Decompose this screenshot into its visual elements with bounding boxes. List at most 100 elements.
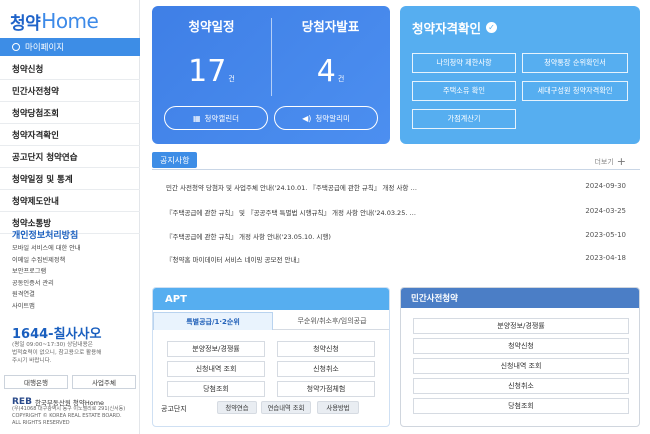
usage-guide-button[interactable]: 사용방법: [317, 401, 359, 414]
apt-points-trial-button[interactable]: 청약가점체험: [277, 381, 375, 397]
household-qualify-button[interactable]: 세대구성원 청약자격확인: [522, 81, 628, 101]
schedule-column[interactable]: 청약일정 17 건: [152, 6, 271, 106]
private-winner-button[interactable]: 당첨조회: [413, 398, 629, 414]
hours-line: 주시기 바랍니다.: [12, 358, 52, 364]
qualify-title-text: 청약자격확인: [412, 21, 482, 36]
mypage-button[interactable]: 마이페이지: [0, 38, 140, 56]
apt-title: APT: [153, 288, 389, 310]
private-sale-info-button[interactable]: 분양정보/경쟁률: [413, 318, 629, 334]
winner-count: 4건: [271, 54, 390, 89]
private-pre-panel: 민간사전청약 분양정보/경쟁률 청약신청 신청내역 조회 신청취소 당첨조회: [400, 287, 640, 427]
calendar-label: 청약캘린더: [204, 113, 240, 123]
address-line: (우)41068 대구광역시 동구 이노밸리로 291(신서동): [12, 406, 126, 412]
qualify-card: 청약자격확인 ✓ 나의청약 제한사항 청약통장 순위확인서 주택소유 확인 세대…: [400, 6, 640, 144]
notice-title: 『주택공급에 관한 규칙』 개정 사항 안내('23.05.10. 시행): [166, 233, 331, 241]
menu-item-practice[interactable]: 공고단지 청약연습: [0, 146, 140, 168]
tab-no-rank[interactable]: 무순위/취소후/임의공급: [273, 312, 389, 330]
more-label: 더보기: [594, 157, 614, 166]
private-pre-title: 민간사전청약: [401, 288, 639, 308]
apt-history-button[interactable]: 신청내역 조회: [167, 361, 265, 377]
private-apply-button[interactable]: 청약신청: [413, 338, 629, 354]
calendar-icon: ▦: [192, 113, 201, 123]
notice-item[interactable]: 『주택공급에 관한 규칙』 개정 사항 안내('23.05.10. 시행) 20…: [166, 231, 626, 241]
sidebar: 청약 Home 마이페이지 청약신청 민간사전청약 청약당첨조회 청약자격확인 공…: [0, 0, 140, 434]
logo-text-en: Home: [41, 9, 99, 33]
apt-sale-info-button[interactable]: 분양정보/경쟁률: [167, 341, 265, 357]
check-icon: ✓: [486, 22, 498, 33]
notice-item[interactable]: 『청약홈 마이데이터 서비스 네이밍 공모전 안내』 2023-04-18: [166, 254, 626, 264]
notice-date: 2023-05-10: [585, 231, 626, 239]
notice-date: 2024-09-30: [585, 182, 626, 190]
notice-item[interactable]: 『주택공급에 관한 규칙』 및 『공공주택 특별법 시행규칙』 개정 사항 안내…: [166, 207, 626, 217]
link-certificate[interactable]: 공동인증서 관리: [12, 278, 81, 290]
schedule-card: 청약일정 17 건 당첨자발표 4건 ▦ 청약캘린더 ◀) 청약알리미: [152, 6, 390, 144]
notice-title: 『주택공급에 관한 규칙』 및 『공공주택 특별법 시행규칙』 개정 사항 안내…: [166, 209, 416, 217]
notice-item[interactable]: 민간 사전청약 당첨자 및 사업주체 안내('24.10.01. 『주택공급에 …: [166, 182, 626, 192]
menu-item-private-pre[interactable]: 민간사전청약: [0, 80, 140, 102]
practice-button[interactable]: 청약연습: [217, 401, 257, 414]
apt-apply-button[interactable]: 청약신청: [277, 341, 375, 357]
link-remote[interactable]: 원격연결: [12, 289, 81, 301]
practice-history-button[interactable]: 연습내역 조회: [261, 401, 311, 414]
main-menu: 청약신청 민간사전청약 청약당첨조회 청약자격확인 공고단지 청약연습 청약일정…: [0, 58, 140, 234]
logo-text-ko: 청약: [10, 13, 41, 34]
notice-date: 2023-04-18: [585, 254, 626, 262]
hours-line: (평일 09:00~17:30) 상담내용은: [12, 342, 93, 348]
private-cancel-button[interactable]: 신청취소: [413, 378, 629, 394]
schedule-count-value: 17: [188, 54, 227, 89]
speaker-icon: ◀): [302, 113, 312, 123]
notice-divider: [152, 169, 640, 170]
privacy-policy-link[interactable]: 개인정보처리방침: [12, 228, 78, 241]
link-email-policy[interactable]: 이메일 수집빈제정책: [12, 255, 81, 267]
apt-winner-button[interactable]: 당첨조회: [167, 381, 265, 397]
copyright-line: COPYRIGHT © KOREA REAL ESTATE BOARD.: [12, 413, 122, 419]
business-entity-button[interactable]: 사업주체: [72, 375, 136, 389]
address: (우)41068 대구광역시 동구 이노밸리로 291(신서동) COPYRIG…: [12, 406, 125, 427]
more-button[interactable]: 더보기 +: [594, 155, 626, 168]
alert-label: 청약알리미: [315, 113, 350, 123]
home-ownership-button[interactable]: 주택소유 확인: [412, 81, 516, 101]
menu-item-apply[interactable]: 청약신청: [0, 58, 140, 80]
count-unit: 건: [337, 75, 345, 83]
user-icon: [12, 43, 20, 51]
link-mobile[interactable]: 모바일 서비스에 대한 안내: [12, 243, 81, 255]
link-sitemap[interactable]: 사이트맵: [12, 301, 81, 313]
winner-column[interactable]: 당첨자발표 4건: [271, 6, 390, 106]
menu-item-qualify[interactable]: 청약자격확인: [0, 124, 140, 146]
schedule-title: 청약일정: [188, 19, 235, 34]
menu-item-schedule-stats[interactable]: 청약일정 및 통계: [0, 168, 140, 190]
notice-title: 『청약홈 마이데이터 서비스 네이밍 공모전 안내』: [166, 256, 303, 264]
qualify-title: 청약자격확인 ✓: [412, 18, 498, 37]
practice-label: 공고단지: [161, 405, 187, 413]
alert-button[interactable]: ◀) 청약알리미: [274, 106, 378, 130]
site-logo[interactable]: 청약 Home: [10, 6, 99, 36]
tab-special-supply[interactable]: 특별공급/1·2순위: [153, 312, 273, 330]
points-calculator-button[interactable]: 가점계산기: [412, 109, 516, 129]
hours-line: 법적효력이 없으니, 참고용으로 활용해: [12, 350, 102, 356]
apt-cancel-button[interactable]: 신청취소: [277, 361, 375, 377]
apt-tabs: 특별공급/1·2순위 무순위/취소후/임의공급: [153, 312, 389, 330]
menu-item-guide[interactable]: 청약제도안내: [0, 190, 140, 212]
winner-title: 당첨자발표: [301, 19, 360, 34]
private-history-button[interactable]: 신청내역 조회: [413, 358, 629, 374]
footer-links: 모바일 서비스에 대한 안내 이메일 수집빈제정책 보안프로그램 공동인증서 관…: [12, 243, 81, 313]
copyright-line: ALL RIGHTS RESERVED: [12, 420, 70, 426]
plus-icon: +: [616, 155, 626, 168]
mypage-label: 마이페이지: [25, 43, 65, 53]
call-center-hours: (평일 09:00~17:30) 상담내용은 법적효력이 없으니, 참고용으로 …: [12, 341, 101, 365]
winner-count-value: 4: [316, 54, 336, 89]
notice-date: 2024-03-25: [585, 207, 626, 215]
notice-section: 공지사항 더보기 + 민간 사전청약 당첨자 및 사업주체 안내('24.10.…: [152, 152, 640, 274]
account-rank-button[interactable]: 청약통장 순위확인서: [522, 53, 628, 73]
call-center-number: 1644-칠사사오: [12, 327, 102, 342]
apt-panel: APT 특별공급/1·2순위 무순위/취소후/임의공급 분양정보/경쟁률 청약신…: [152, 287, 390, 427]
schedule-count: 17 건: [152, 54, 271, 89]
menu-item-winner-check[interactable]: 청약당첨조회: [0, 102, 140, 124]
notice-tab[interactable]: 공지사항: [152, 152, 198, 168]
link-security[interactable]: 보안프로그램: [12, 266, 81, 278]
notice-title: 민간 사전청약 당첨자 및 사업주체 안내('24.10.01. 『주택공급에 …: [166, 184, 417, 192]
agency-bank-button[interactable]: 대행은행: [4, 375, 68, 389]
my-restrictions-button[interactable]: 나의청약 제한사항: [412, 53, 516, 73]
calendar-button[interactable]: ▦ 청약캘린더: [164, 106, 268, 130]
footer-buttons: 대행은행 사업주체: [4, 375, 136, 389]
